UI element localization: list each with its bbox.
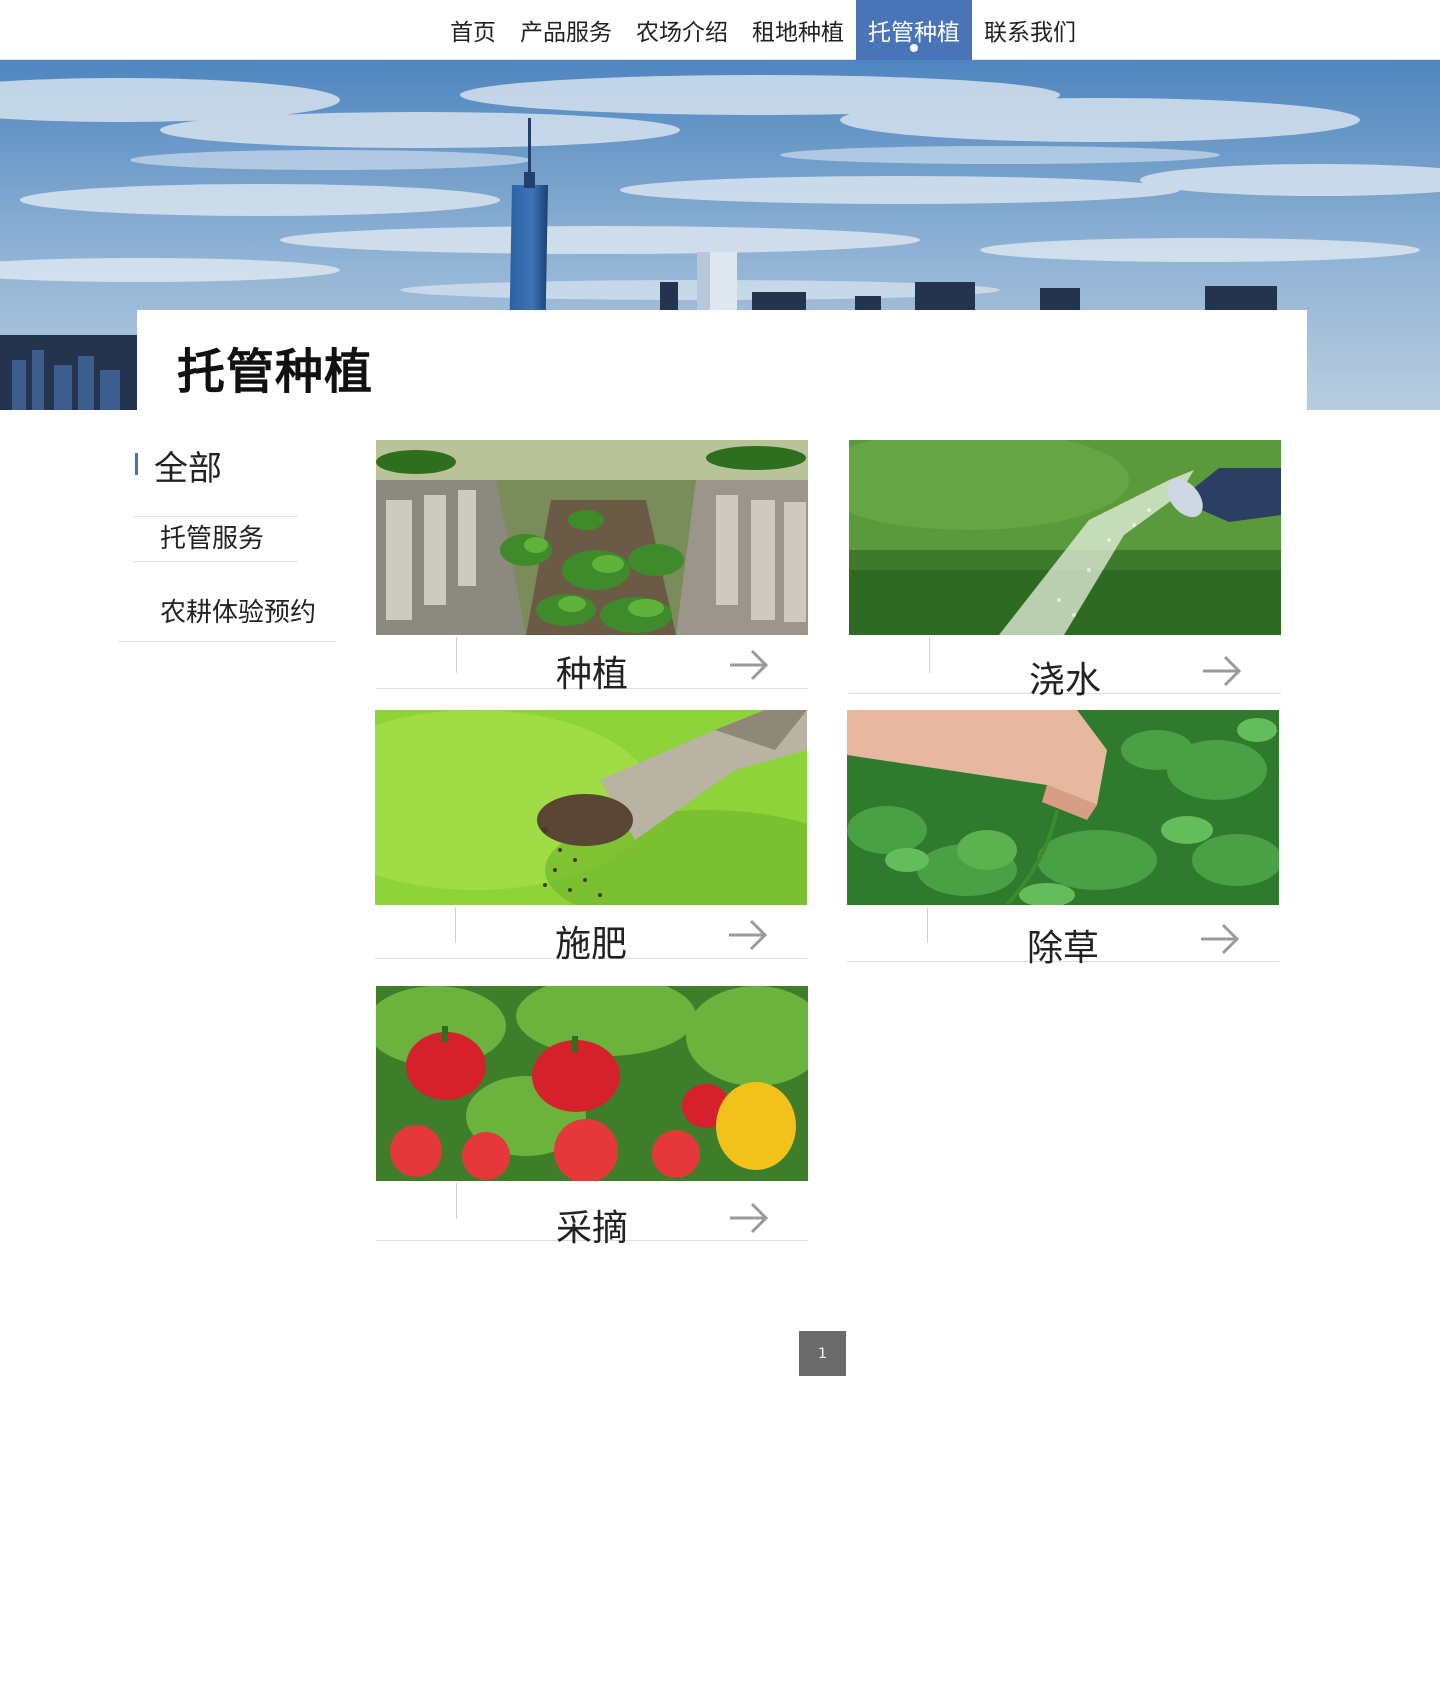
product-card-fertilizing[interactable]: 施肥 xyxy=(375,710,807,965)
sidebar-item-label: 农耕体验预约 xyxy=(160,598,317,628)
sidebar-heading[interactable]: 全部 xyxy=(118,440,338,490)
active-indicator-dot xyxy=(910,44,918,52)
strawberry-seedlings-image xyxy=(376,440,808,635)
sidebar-item-farming-booking[interactable]: 农耕体验预约 xyxy=(118,588,336,642)
weeding-hand-image xyxy=(847,710,1279,905)
nav-item-label: 农场介绍 xyxy=(636,20,728,46)
card-caption: 除草 xyxy=(847,905,1279,969)
arrow-right-icon xyxy=(1201,923,1240,955)
category-sidebar: 全部 托管服务 农耕体验预约 xyxy=(118,440,338,642)
nav-item-contact[interactable]: 联系我们 xyxy=(972,0,1088,60)
top-navigation: 首页 产品服务 农场介绍 租地种植 托管种植 联系我们 xyxy=(0,0,1440,60)
arrow-right-icon xyxy=(729,919,768,951)
nav-item-label: 租地种植 xyxy=(752,20,844,46)
nav-item-label: 托管种植 xyxy=(868,20,960,46)
watering-can-image xyxy=(849,440,1281,635)
sidebar-item-managed-service[interactable]: 托管服务 xyxy=(132,516,298,562)
pagination-page-button[interactable]: 1 xyxy=(799,1331,846,1376)
product-card-watering[interactable]: 浇水 xyxy=(849,440,1281,701)
product-card-weeding[interactable]: 除草 xyxy=(847,710,1279,969)
product-card-picking[interactable]: 采摘 xyxy=(376,986,808,1249)
sidebar-item-label: 托管服务 xyxy=(160,524,265,554)
nav-item-home[interactable]: 首页 xyxy=(438,0,508,60)
card-caption: 施肥 xyxy=(375,905,807,965)
nav-list: 首页 产品服务 农场介绍 租地种植 托管种植 联系我们 xyxy=(438,0,1088,60)
page-title: 托管种植 xyxy=(177,344,374,400)
nav-item-rent-land[interactable]: 租地种植 xyxy=(740,0,856,60)
arrow-right-icon xyxy=(1203,655,1242,687)
arrow-right-icon xyxy=(730,649,769,681)
arrow-right-icon xyxy=(730,1202,769,1234)
card-caption: 采摘 xyxy=(376,1181,808,1249)
fertilizer-hand-image xyxy=(375,710,807,905)
heading-accent-bar xyxy=(135,453,138,475)
page-number: 1 xyxy=(818,1345,827,1362)
nav-item-label: 产品服务 xyxy=(520,20,612,46)
sidebar-heading-label: 全部 xyxy=(154,448,222,489)
page-title-box: 托管种植 xyxy=(137,310,1307,410)
nav-item-farm-intro[interactable]: 农场介绍 xyxy=(624,0,740,60)
card-caption: 浇水 xyxy=(849,635,1281,701)
nav-item-products[interactable]: 产品服务 xyxy=(508,0,624,60)
nav-item-label: 首页 xyxy=(450,20,496,46)
nav-item-label: 联系我们 xyxy=(984,20,1076,46)
nav-item-managed-planting[interactable]: 托管种植 xyxy=(856,0,972,60)
product-card-planting[interactable]: 种植 xyxy=(376,440,808,695)
vegetables-image xyxy=(376,986,808,1181)
card-caption: 种植 xyxy=(376,635,808,695)
